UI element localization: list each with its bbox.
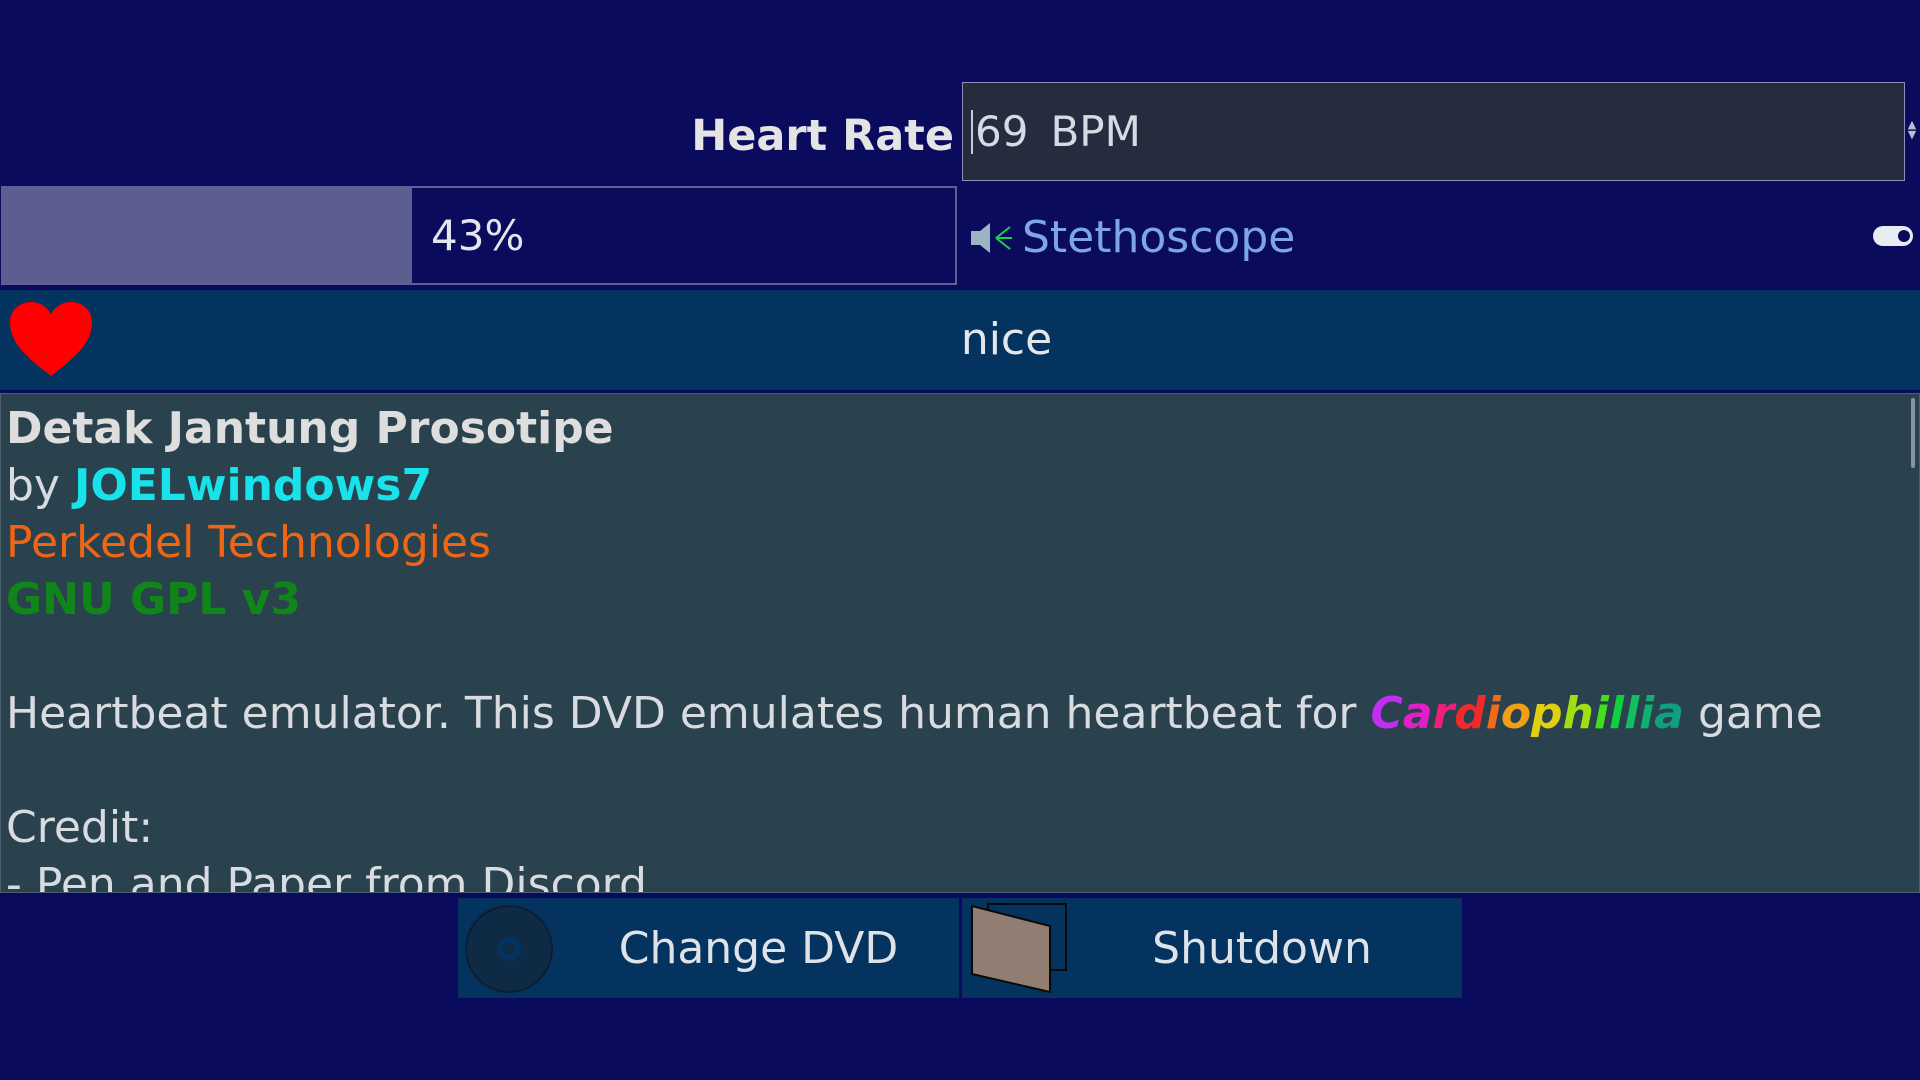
spinner-arrows-icon[interactable]: ▲ ▼ — [1906, 119, 1918, 144]
game-name-letter: d — [1454, 688, 1486, 739]
game-name-letter: r — [1432, 688, 1455, 739]
shutdown-button[interactable]: Shutdown — [962, 898, 1462, 998]
speaker-icon — [971, 222, 1012, 253]
text-caret — [971, 109, 973, 154]
shutdown-label: Shutdown — [1152, 922, 1372, 974]
change-dvd-label: Change DVD — [618, 922, 899, 974]
info-content: Detak Jantung Prosotipe by JOELwindows7 … — [1, 394, 1919, 893]
game-name-letter: i — [1593, 688, 1609, 739]
description-text: Heartbeat emulator. This DVD emulates hu… — [6, 688, 1357, 739]
description-suffix: game — [1697, 688, 1823, 739]
heart-rate-label: Heart Rate — [691, 111, 954, 161]
scrollbar-thumb[interactable] — [1911, 398, 1915, 468]
license-text: GNU GPL v3 — [6, 574, 302, 625]
toggle-knob — [1898, 230, 1910, 242]
heart-rate-unit: BPM — [1050, 107, 1141, 156]
status-bar: nice — [0, 290, 1920, 390]
game-name-letter: i — [1639, 688, 1655, 739]
dvd-title: Detak Jantung Prosotipe — [6, 403, 614, 454]
game-name-letter: o — [1500, 688, 1532, 739]
status-text: nice — [960, 314, 1053, 365]
info-panel[interactable]: Detak Jantung Prosotipe by JOELwindows7 … — [0, 393, 1920, 893]
change-dvd-button[interactable]: Change DVD — [458, 898, 959, 998]
game-name: Cardiophillia — [1371, 688, 1684, 739]
by-prefix: by — [6, 460, 60, 511]
game-name-letter: l — [1608, 688, 1625, 739]
progress-bar: 43% — [1, 186, 957, 285]
company-name: Perkedel Technologies — [6, 517, 491, 568]
game-name-letter: p — [1531, 688, 1563, 739]
heart-rate-value: 69 — [975, 107, 1029, 156]
game-name-letter: C — [1370, 688, 1403, 739]
author-name: JOELwindows7 — [73, 460, 433, 511]
stethoscope-toggle-label[interactable]: Stethoscope — [968, 205, 1295, 270]
game-name-letter: h — [1562, 688, 1594, 739]
progress-text: 43% — [431, 211, 525, 260]
stethoscope-label: Stethoscope — [1022, 212, 1296, 263]
progress-fill — [3, 188, 413, 283]
game-name-letter: a — [1654, 688, 1684, 739]
heart-rate-input[interactable]: 69 BPM — [962, 82, 1905, 181]
game-name-letter: a — [1402, 688, 1433, 739]
game-name-letter: l — [1624, 688, 1640, 739]
game-name-letter: i — [1485, 688, 1501, 739]
credit-label: Credit: — [6, 802, 154, 853]
stethoscope-toggle-switch[interactable] — [1873, 226, 1913, 246]
credit-item: - Pen and Paper from Discord — [6, 859, 647, 893]
